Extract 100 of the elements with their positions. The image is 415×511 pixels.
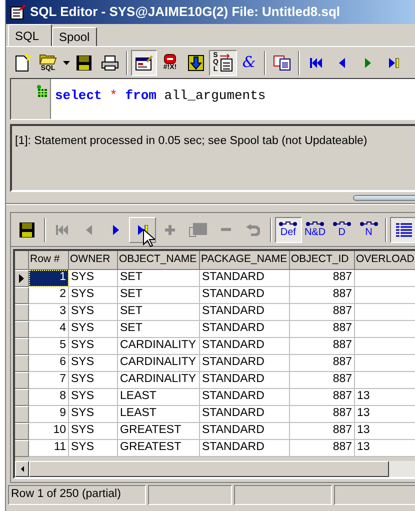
- table-grid-icon: [37, 85, 47, 97]
- table-cell: LEAST: [118, 389, 200, 406]
- record-mode-button[interactable]: Def: [274, 216, 302, 242]
- form-button[interactable]: [131, 50, 157, 76]
- list-lines-icon: [396, 222, 412, 236]
- table-cell: SYS: [69, 287, 118, 304]
- table-cell: [355, 321, 415, 338]
- record-mode-button[interactable]: N&D: [302, 216, 328, 242]
- table-cell: SET: [118, 287, 200, 304]
- table-cell: SYS: [69, 372, 118, 389]
- table-cell: SET: [118, 270, 200, 287]
- first-record-icon: [56, 224, 68, 234]
- table-cell: 887: [290, 406, 355, 423]
- table-cell: STANDARD: [200, 372, 290, 389]
- error-icon: [164, 54, 176, 64]
- table-cell: 887: [290, 270, 355, 287]
- table-cell: [355, 355, 415, 372]
- table-cell: SET: [118, 304, 200, 321]
- table-cell: GREATEST: [118, 423, 200, 440]
- scroll-left-icon: [20, 466, 24, 472]
- table-cell: 8: [29, 389, 69, 406]
- table-cell: CARDINALITY: [118, 355, 200, 372]
- next-icon: [113, 224, 119, 234]
- record-mode-button[interactable]: D: [328, 216, 356, 242]
- table-cell: 5: [29, 338, 69, 355]
- table-cell: 4: [29, 321, 69, 338]
- previous-icon: [339, 58, 345, 68]
- table-cell: SYS: [69, 321, 118, 338]
- table-cell: LEAST: [118, 406, 200, 423]
- folder-icon: [39, 53, 57, 65]
- table-cell: STANDARD: [200, 389, 290, 406]
- status-text: Row 1 of 250 (partial): [11, 487, 121, 502]
- table-cell: STANDARD: [200, 321, 290, 338]
- table-cell: STANDARD: [200, 304, 290, 321]
- table-cell: STANDARD: [200, 406, 290, 423]
- table-cell: [355, 304, 415, 321]
- table-cell: 3: [29, 304, 69, 321]
- table-cell: 887: [290, 338, 355, 355]
- new-file-icon: [13, 54, 31, 72]
- table-cell: SYS: [69, 304, 118, 321]
- table-cell: 887: [290, 440, 355, 457]
- column-header[interactable]: PACKAGE_NAME: [200, 251, 290, 270]
- table-cell: SYS: [69, 440, 118, 457]
- table-cell: SYS: [69, 406, 118, 423]
- copy-icon: [273, 54, 291, 70]
- column-header[interactable]: OBJECT_NAME: [118, 251, 200, 270]
- undo-icon: [246, 224, 260, 236]
- code-line: select * from all_arguments: [55, 88, 266, 103]
- record-mode-button[interactable]: N: [355, 216, 382, 242]
- table-cell: 6: [29, 355, 69, 372]
- mouse-pointer-icon: [143, 229, 155, 247]
- horizontal-scrollbar[interactable]: [15, 461, 415, 477]
- table-cell: [355, 270, 415, 287]
- ampersand-button[interactable]: &: [237, 50, 261, 76]
- connector-icon: [332, 221, 351, 227]
- table-cell: [355, 338, 415, 355]
- table-cell: STANDARD: [200, 355, 290, 372]
- table-cell: [355, 372, 415, 389]
- column-header[interactable]: OBJECT_ID: [290, 251, 355, 270]
- table-cell: 887: [290, 287, 355, 304]
- sql-editor[interactable]: select * from all_arguments: [10, 78, 415, 120]
- table-cell: GREATEST: [118, 440, 200, 457]
- plus-icon: [164, 224, 175, 234]
- table-cell: 887: [290, 321, 355, 338]
- table-cell: 2: [29, 287, 69, 304]
- first-record-icon: [310, 58, 322, 68]
- splitter-handle[interactable]: [353, 195, 415, 201]
- tab[interactable]: Spool: [52, 27, 97, 46]
- table-cell: 13: [355, 389, 415, 406]
- message-text: [1]: Statement processed in 0.05 sec; see Spool tab (not Updateable): [15, 135, 368, 147]
- edit-field-icon: [189, 222, 208, 236]
- document-icon: [219, 54, 233, 72]
- table-cell: SYS: [69, 389, 118, 406]
- table-cell: STANDARD: [200, 440, 290, 457]
- form-icon: [135, 54, 153, 70]
- current-row-icon: [19, 274, 24, 283]
- table-cell: 9: [29, 406, 69, 423]
- table-cell: 887: [290, 389, 355, 406]
- column-header[interactable]: Row #: [29, 251, 69, 270]
- connector-icon: [279, 221, 298, 227]
- previous-icon: [86, 224, 92, 234]
- row-indicator[interactable]: [15, 270, 29, 287]
- table-cell: SYS: [69, 270, 118, 287]
- download-arrow-icon: [188, 54, 204, 70]
- caret-icon: [62, 60, 70, 64]
- table-cell: SYS: [69, 423, 118, 440]
- table-cell: 13: [355, 440, 415, 457]
- table-cell: 887: [290, 372, 355, 389]
- table-cell: 10: [29, 423, 69, 440]
- sql-editor-icon: [10, 4, 26, 20]
- column-header[interactable]: OWNER: [69, 251, 118, 270]
- tab[interactable]: SQL: [8, 24, 52, 46]
- table-cell: 7: [29, 372, 69, 389]
- table-cell: CARDINALITY: [118, 338, 200, 355]
- window-title: SQL Editor - SYS@JAIME10G(2) File: Untitled8.sql: [30, 3, 340, 22]
- connector-icon: [306, 221, 324, 227]
- table-cell: 11: [29, 440, 69, 457]
- connector-icon: [360, 221, 378, 227]
- grid-button[interactable]: [390, 216, 415, 242]
- table-cell: 13: [355, 406, 415, 423]
